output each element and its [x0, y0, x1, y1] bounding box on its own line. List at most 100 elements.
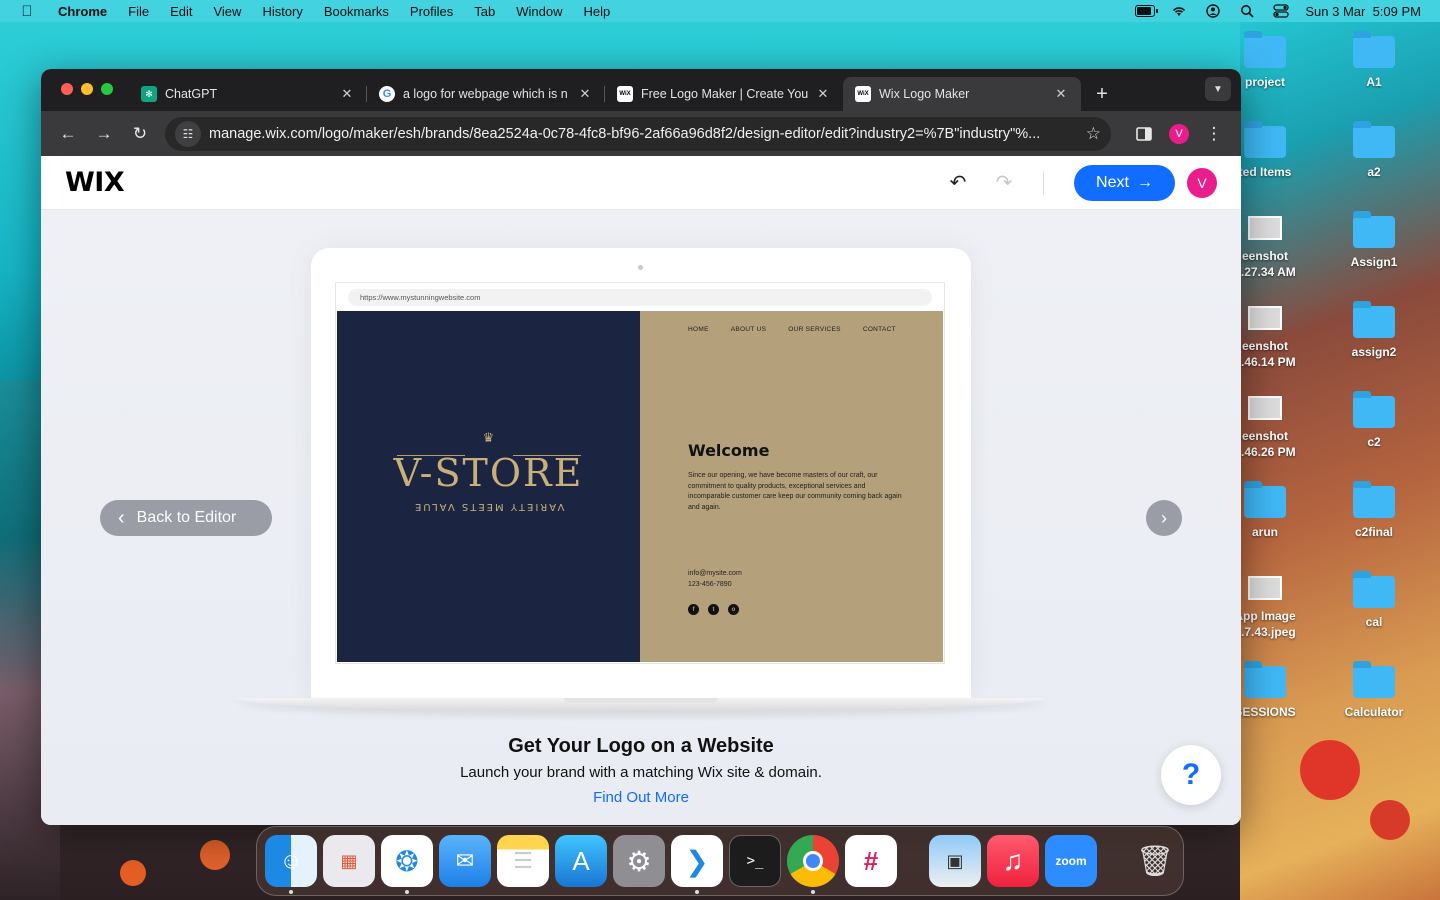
logo-rule-right [513, 455, 581, 456]
google-icon: G [379, 86, 395, 102]
menu-app-name[interactable]: Chrome [58, 4, 107, 19]
tab-title: Free Logo Maker | Create You [641, 87, 809, 101]
slack-icon[interactable]: # [845, 835, 897, 887]
launchpad-icon[interactable]: ▦ [323, 835, 375, 887]
user-avatar[interactable]: V [1187, 167, 1217, 198]
music-icon[interactable]: ♫ [987, 835, 1039, 887]
apple-icon[interactable]:  [18, 2, 36, 20]
safari-icon[interactable]: ❂ [381, 835, 433, 894]
terminal-icon[interactable]: >_ [729, 835, 781, 887]
mockup-nav-services: OUR SERVICES [788, 326, 841, 333]
browser-profile-avatar[interactable]: V [1169, 123, 1189, 144]
desktop-item-label: a2 [1367, 165, 1381, 179]
maximize-window-button[interactable] [101, 83, 113, 95]
menu-file[interactable]: File [128, 4, 149, 19]
site-settings-icon[interactable]: ☷ [175, 120, 201, 147]
mail-icon[interactable]: ✉ [439, 835, 491, 887]
reload-icon[interactable]: ↻ [125, 119, 155, 149]
side-panel-icon[interactable] [1129, 119, 1159, 149]
back-to-editor-button[interactable]: ‹ Back to Editor [100, 500, 272, 536]
folder-icon [1353, 571, 1395, 608]
menu-bookmarks[interactable]: Bookmarks [324, 4, 389, 19]
menu-history[interactable]: History [262, 4, 302, 19]
crown-icon: ♛ [482, 430, 495, 445]
desktop-item[interactable]: cal [1329, 571, 1419, 630]
desktop-item[interactable]: Assign1 [1329, 211, 1419, 270]
tab-free-logo-maker[interactable]: WiX Free Logo Maker | Create You ✕ [605, 77, 843, 111]
logo-rule-left [397, 455, 465, 456]
menu-help[interactable]: Help [584, 4, 611, 19]
tab-chatgpt[interactable]: ✻ ChatGPT ✕ [129, 77, 367, 111]
wifi-icon[interactable] [1169, 4, 1189, 18]
trash-icon[interactable]: 🗑 [1129, 835, 1181, 887]
next-button[interactable]: Next → [1074, 164, 1175, 201]
vscode-icon[interactable]: ❯ [671, 835, 723, 894]
new-tab-button[interactable]: + [1087, 77, 1117, 111]
menu-edit[interactable]: Edit [170, 4, 192, 19]
url-text[interactable]: manage.wix.com/logo/maker/esh/brands/8ea… [209, 126, 1078, 142]
website-preview: https://www.mystunningwebsite.com ♛ V-ST… [335, 282, 945, 664]
back-arrow-icon[interactable]: ← [53, 119, 83, 149]
spotlight-search-icon[interactable] [1237, 4, 1257, 18]
menu-profiles[interactable]: Profiles [410, 4, 453, 19]
battery-icon[interactable] [1135, 4, 1159, 18]
help-button[interactable]: ? [1161, 745, 1221, 805]
chevron-left-icon: ‹ [118, 506, 125, 529]
find-out-more-link[interactable]: Find Out More [41, 789, 1241, 806]
close-tab-icon[interactable]: ✕ [339, 86, 355, 102]
mockup-content-panel: HOME ABOUT US OUR SERVICES CONTACT Welco… [640, 311, 943, 662]
preview-icon[interactable]: ▣ [929, 835, 981, 887]
wix-icon: WiX [855, 86, 871, 102]
folder-icon [1353, 211, 1395, 248]
control-center-icon[interactable] [1271, 4, 1291, 18]
more-options-icon[interactable]: ⋮ [1199, 119, 1229, 149]
promo-title: Get Your Logo on a Website [508, 735, 774, 757]
desktop-item[interactable]: assign2 [1329, 301, 1419, 360]
brand-tagline: VARIETY MEETS VALUE [412, 501, 565, 512]
user-account-icon[interactable] [1203, 4, 1223, 18]
menu-view[interactable]: View [213, 4, 241, 19]
desktop-item[interactable]: A1 [1329, 31, 1419, 90]
notes-icon[interactable]: ☰ [497, 835, 549, 887]
address-bar[interactable]: ☷ manage.wix.com/logo/maker/esh/brands/8… [165, 116, 1111, 151]
tab-search-chevron-down-icon[interactable]: ▼ [1205, 77, 1231, 101]
folder-icon [1353, 301, 1395, 338]
close-tab-icon[interactable]: ✕ [577, 86, 593, 102]
desktop-item[interactable]: a2 [1329, 121, 1419, 180]
tab-title: ChatGPT [165, 87, 218, 101]
forward-arrow-icon[interactable]: → [89, 119, 119, 149]
wix-header: WIX ↶ ↷ Next → V [41, 156, 1241, 210]
arrow-right-icon: → [1136, 173, 1153, 191]
minimize-window-button[interactable] [81, 83, 93, 95]
wix-logo[interactable]: WIX [65, 167, 125, 198]
zoom-icon[interactable]: zoom [1045, 835, 1097, 887]
image-thumbnail-icon [1248, 216, 1282, 240]
desktop-item[interactable]: c2final [1329, 481, 1419, 540]
menu-clock[interactable]: Sun 3 Mar 5:09 PM [1305, 4, 1421, 19]
close-tab-icon[interactable]: ✕ [1053, 86, 1069, 102]
mockup-nav-contact: CONTACT [862, 326, 896, 333]
browser-window: ✻ ChatGPT ✕ G a logo for webpage which i… [41, 69, 1241, 825]
close-window-button[interactable] [61, 83, 73, 95]
system-settings-icon[interactable]: ⚙ [613, 835, 665, 887]
desktop-item[interactable]: c2 [1329, 391, 1419, 450]
laptop-camera [638, 265, 643, 270]
menu-tab[interactable]: Tab [474, 4, 495, 19]
undo-icon[interactable]: ↶ [943, 168, 973, 198]
close-tab-icon[interactable]: ✕ [815, 86, 831, 102]
next-preview-chevron-right-icon[interactable]: › [1146, 500, 1182, 536]
folder-icon [1353, 661, 1395, 698]
bookmark-star-icon[interactable]: ☆ [1086, 124, 1101, 144]
finder-icon[interactable]: ☺ [265, 835, 317, 894]
mockup-contact: info@mysite.com 123-456-7890 [688, 569, 742, 590]
wallpaper-flower [200, 840, 230, 870]
chrome-icon[interactable] [787, 835, 839, 894]
tab-google-search[interactable]: G a logo for webpage which is n ✕ [367, 77, 605, 111]
menu-window[interactable]: Window [516, 4, 562, 19]
desktop-item-label: c2final [1354, 525, 1393, 539]
desktop-item[interactable]: Calculator [1329, 661, 1419, 720]
app-store-icon[interactable]: A [555, 835, 607, 887]
redo-icon[interactable]: ↷ [989, 168, 1019, 198]
dock: ☺ ▦ ❂ ✉ ☰ A ⚙ ❯ >_ # ▣ ♫ zoom 🗑 [256, 826, 1184, 896]
tab-wix-logo-maker[interactable]: WiX Wix Logo Maker ✕ [843, 77, 1081, 111]
